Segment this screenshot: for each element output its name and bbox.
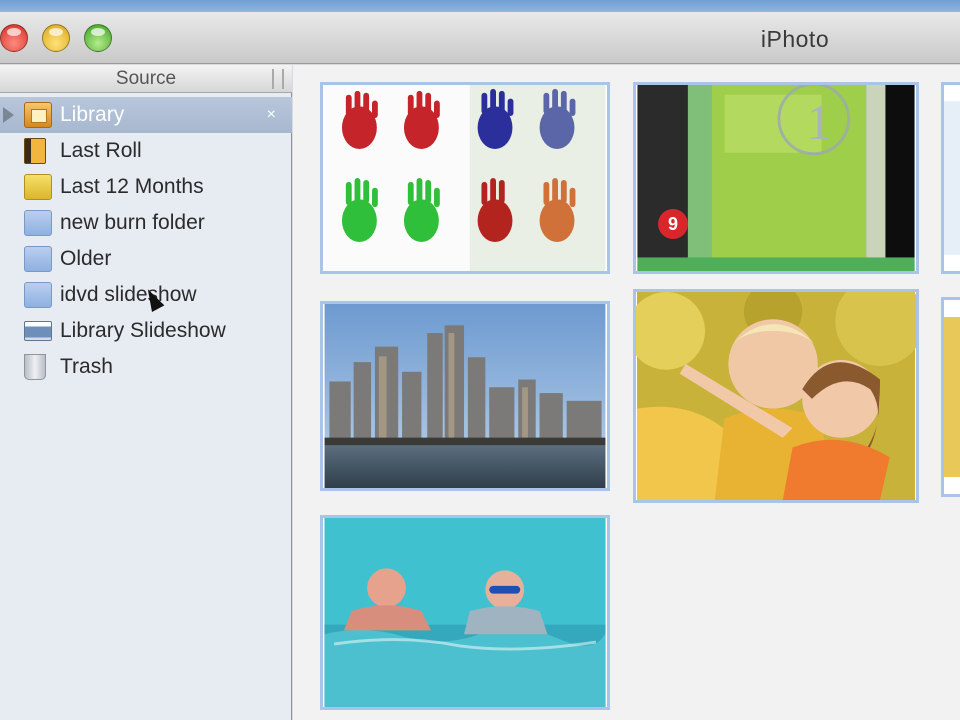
close-button[interactable] bbox=[0, 24, 28, 52]
resize-grip-icon[interactable] bbox=[272, 69, 284, 89]
source-item-label: Last 12 Months bbox=[60, 175, 204, 198]
zoom-button[interactable] bbox=[84, 24, 112, 52]
source-item-new-burn-folder[interactable]: new burn folder bbox=[0, 205, 292, 241]
window-title: iPhoto bbox=[760, 26, 830, 52]
desktop-strip bbox=[0, 0, 960, 12]
source-item-label: Trash bbox=[60, 355, 113, 378]
countdown-number: 1 bbox=[806, 94, 832, 150]
last-roll-icon bbox=[24, 138, 46, 164]
photo-thumbnail-swimmers[interactable] bbox=[320, 515, 610, 710]
library-icon bbox=[24, 102, 52, 128]
slideshow-icon bbox=[24, 321, 52, 341]
folder-icon bbox=[24, 210, 52, 236]
source-item-label: idvd slideshow bbox=[60, 283, 197, 306]
close-icon[interactable]: × bbox=[267, 106, 276, 124]
source-item-label: new burn folder bbox=[60, 211, 205, 234]
photo-thumbnail-handprints[interactable] bbox=[320, 82, 610, 274]
video-frame-image bbox=[637, 85, 915, 271]
title-bar: iPhoto bbox=[0, 12, 960, 64]
partial-image bbox=[944, 101, 960, 255]
calendar-folder-icon bbox=[24, 174, 52, 200]
source-item-last-roll[interactable]: Last Roll bbox=[0, 133, 292, 169]
source-item-label: Last Roll bbox=[60, 139, 142, 162]
disclosure-triangle-icon[interactable] bbox=[3, 107, 14, 123]
city-skyline-image bbox=[324, 304, 606, 488]
source-sidebar: Source Library × Last Roll Last 12 Month… bbox=[0, 65, 292, 720]
source-item-trash[interactable]: Trash bbox=[0, 349, 292, 385]
folder-icon bbox=[24, 246, 52, 272]
photo-thumbnail-video[interactable]: 1 9 bbox=[633, 82, 919, 274]
source-header: Source bbox=[0, 65, 292, 93]
source-item-last-12-months[interactable]: Last 12 Months bbox=[0, 169, 292, 205]
source-header-label: Source bbox=[115, 68, 177, 89]
photo-thumbnail-partial-1[interactable] bbox=[941, 82, 960, 274]
handprints-image bbox=[324, 85, 606, 271]
swimmers-image bbox=[324, 518, 606, 707]
source-item-label: Library Slideshow bbox=[60, 319, 226, 342]
source-item-older[interactable]: Older bbox=[0, 241, 292, 277]
source-item-label: Library bbox=[60, 103, 125, 126]
photo-thumbnail-city[interactable] bbox=[320, 301, 610, 491]
source-item-library[interactable]: Library × bbox=[0, 97, 292, 133]
photo-thumbnail-partial-2[interactable] bbox=[941, 297, 960, 497]
partial-image bbox=[944, 317, 960, 477]
folder-icon bbox=[24, 282, 52, 308]
minimize-button[interactable] bbox=[42, 24, 70, 52]
trash-icon bbox=[24, 354, 46, 380]
source-list: Library × Last Roll Last 12 Months new b… bbox=[0, 97, 292, 385]
video-badge: 9 bbox=[658, 209, 688, 239]
source-item-label: Older bbox=[60, 247, 112, 270]
source-item-library-slideshow[interactable]: Library Slideshow bbox=[0, 313, 292, 349]
photo-browser: 1 9 bbox=[293, 65, 960, 720]
children-image bbox=[636, 292, 916, 500]
photo-thumbnail-children[interactable] bbox=[633, 289, 919, 503]
